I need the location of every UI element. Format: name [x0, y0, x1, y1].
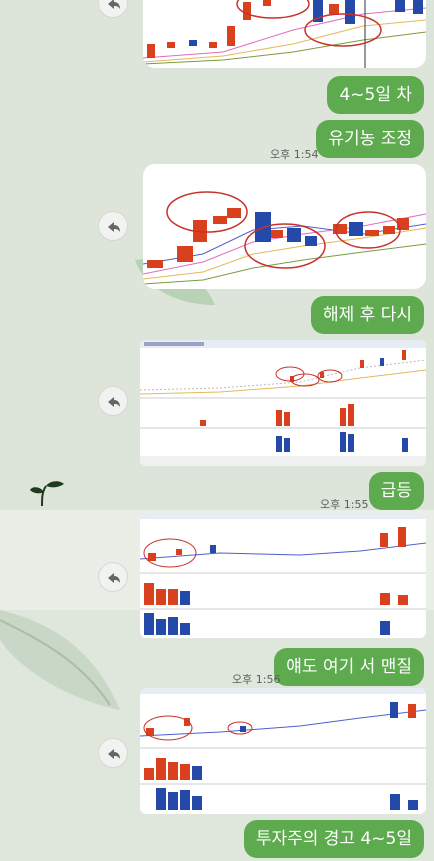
chart-image-2[interactable] [143, 164, 426, 289]
share-button[interactable] [98, 738, 128, 768]
share-icon [108, 222, 120, 232]
share-button[interactable] [98, 562, 128, 592]
message-bubble[interactable]: 투자주의 경고 4~5일 [243, 820, 424, 858]
chart-image-4[interactable] [140, 513, 426, 638]
chart-image-1[interactable] [143, 0, 426, 68]
share-icon [108, 573, 120, 583]
share-icon [108, 749, 120, 759]
share-button[interactable] [98, 386, 128, 416]
message-bubble[interactable]: 얘도 여기 서 맨질 [274, 648, 424, 686]
message-timestamp: 오후 1:55 [320, 498, 369, 511]
message-bubble[interactable]: 유기농 조정 [316, 120, 424, 158]
leaf-decoration [0, 610, 120, 710]
share-icon [108, 397, 120, 407]
chart-image-5[interactable] [140, 688, 426, 814]
chart-image-3[interactable] [140, 340, 426, 466]
message-bubble[interactable]: 급등 [368, 472, 424, 510]
share-button[interactable] [98, 211, 128, 241]
message-bubble[interactable]: 해제 후 다시 [310, 296, 424, 334]
message-timestamp: 오후 1:56 [232, 673, 281, 686]
message-bubble[interactable]: 4~5일 차 [327, 76, 424, 114]
share-icon [108, 0, 120, 9]
sprout-icon [30, 481, 64, 507]
message-timestamp: 오후 1:54 [270, 148, 319, 161]
